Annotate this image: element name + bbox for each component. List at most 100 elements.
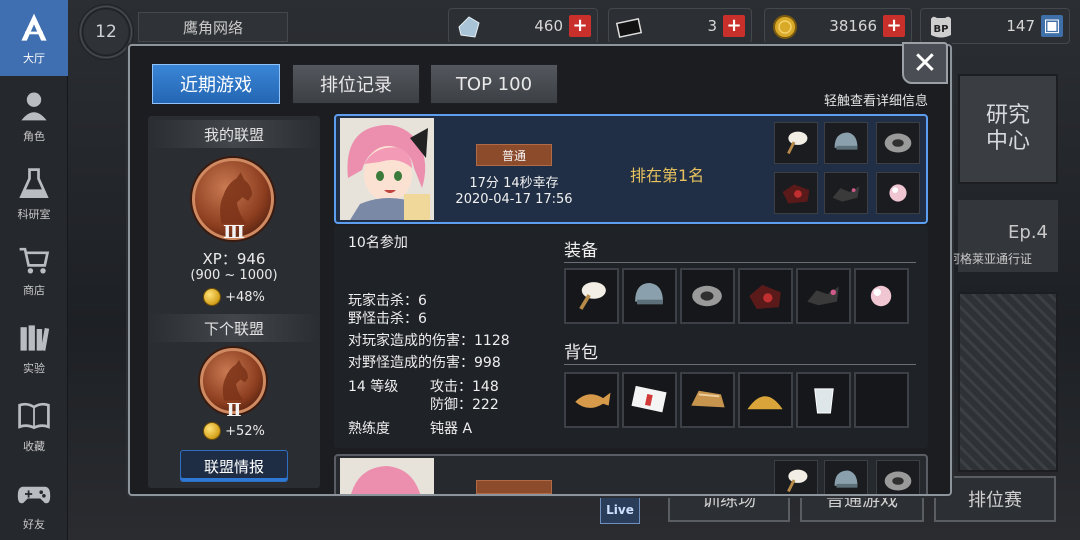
my-league-tier: Ⅲ [223, 222, 245, 243]
nav-item-lab[interactable]: 科研室 [0, 156, 68, 232]
tab-ranked-records[interactable]: 排位记录 [292, 64, 420, 104]
match-history-dialog: 近期游戏 排位记录 TOP 100 轻触查看详细信息 我的联盟 Ⅲ XP：946… [128, 44, 952, 496]
equipment-divider [564, 262, 916, 263]
coin-icon [203, 288, 222, 306]
pearl-icon [889, 184, 907, 202]
gamepad-icon [17, 486, 51, 504]
bag-slot-3[interactable] [680, 372, 735, 428]
bag-slot-2[interactable] [622, 372, 677, 428]
nav-label-shop: 商店 [23, 284, 45, 297]
my-league-bonus: +48% [148, 288, 320, 306]
league-panel: 我的联盟 Ⅲ XP：946 (900 ~ 1000) +48% 下个联盟 Ⅱ +… [148, 116, 320, 488]
disc-icon [692, 285, 722, 307]
nav-item-lobby[interactable]: 大厅 [0, 0, 68, 76]
monster-damage: 对野怪造成的伤害：998 [348, 355, 501, 371]
resource-bp-value: 147 [1006, 17, 1035, 35]
player-name[interactable]: 鹰角网络 [138, 12, 288, 42]
resource-coins: 38166 + [764, 8, 912, 44]
add-coins-button[interactable]: + [883, 15, 905, 37]
nav-label-lab: 科研室 [17, 208, 51, 221]
gem-icon [458, 16, 480, 38]
match-date: 2020-04-17 17:56 [455, 192, 573, 207]
cotton-club-icon [579, 282, 606, 310]
equipment-slot-3[interactable] [680, 268, 735, 324]
equipment-slot-6[interactable] [854, 268, 909, 324]
research-center-label: 研究 中心 [985, 103, 1030, 154]
tab-recent-games[interactable]: 近期游戏 [152, 64, 280, 104]
match-rank: 排在第1名 [630, 166, 705, 185]
next-league-bonus-value: +52% [225, 423, 265, 439]
flask-icon [19, 168, 49, 198]
bag-slot-1[interactable] [564, 372, 619, 428]
bag-slot-5[interactable] [796, 372, 851, 428]
ep-title: Ep.4 [1008, 222, 1048, 243]
cotton-club-icon [787, 131, 808, 155]
nav-item-friends[interactable]: 好友 [0, 466, 68, 540]
fish-pastry-icon [575, 392, 611, 408]
bp-icon: BP [931, 16, 951, 38]
next-league-bonus: +52% [148, 422, 320, 440]
nav-item-experiment[interactable]: 实验 [0, 310, 68, 386]
tab-top-100[interactable]: TOP 100 [430, 64, 558, 104]
bag-title: 背包 [564, 343, 598, 363]
disc-icon [884, 133, 912, 153]
equip-mini-4 [774, 172, 818, 214]
match-detail: 10名参加 玩家击杀：6 野怪击杀：6 对玩家造成的伤害：1128 对野怪造成的… [334, 226, 928, 448]
equip-mini-5 [824, 172, 868, 214]
lobby-icon [21, 13, 47, 41]
my-league-bonus-value: +48% [225, 289, 265, 305]
bp-shop-button[interactable]: ▣ [1041, 15, 1063, 37]
ranked-button[interactable]: 排位赛 [934, 476, 1056, 522]
next-league-title: 下个联盟 [148, 314, 320, 342]
medkit-icon [631, 385, 667, 413]
live-button[interactable]: Live [600, 496, 640, 524]
battle-pass-banner[interactable]: Ep.4 阿格莱亚通行证 [948, 200, 1058, 272]
svg-text:BP: BP [934, 24, 949, 35]
game-screen: 大厅 角色 科研室 商店 实验 收藏 好友 12 鹰角网络 460 + 3 + … [0, 0, 1080, 540]
nav-item-shop[interactable]: 商店 [0, 232, 68, 308]
match-card-2[interactable] [334, 454, 928, 494]
league-info-button[interactable]: 联盟情报 [180, 450, 288, 482]
proficiency-label: 熟练度 [348, 421, 390, 437]
add-gems-button[interactable]: + [569, 15, 591, 37]
equip-mini-2-2 [824, 460, 868, 494]
survival-time: 17分 14秒幸存 [469, 176, 559, 191]
equip-mini-2-3 [876, 460, 920, 494]
research-center-button[interactable]: 研究 中心 [958, 74, 1058, 184]
my-league-title: 我的联盟 [148, 120, 320, 148]
nav-label-character: 角色 [23, 130, 45, 143]
xp-range: (900 ~ 1000) [190, 268, 278, 283]
helmet-icon [834, 132, 858, 150]
match-card[interactable]: 普通 17分 14秒幸存 2020-04-17 17:56 排在第1名 [334, 114, 928, 224]
bag-divider [564, 364, 916, 365]
open-book-icon [18, 402, 50, 430]
equip-mini-1 [774, 122, 818, 164]
player-damage: 对玩家造成的伤害：1128 [348, 333, 510, 349]
books-icon [20, 325, 50, 351]
proficiency-value: 钝器 A [430, 421, 473, 437]
close-button[interactable]: ✕ [902, 42, 948, 84]
equip-mini-3 [876, 122, 920, 164]
cotton-club-icon [787, 469, 808, 493]
nav-item-character[interactable]: 角色 [0, 78, 68, 154]
bag-slot-6[interactable] [854, 372, 909, 428]
equipment-title: 装备 [564, 241, 598, 261]
next-league-tier: Ⅱ [226, 400, 242, 421]
equipment-slot-1[interactable] [564, 268, 619, 324]
resource-gems: 460 + [448, 8, 598, 44]
attack-stat: 攻击：148 [430, 379, 499, 395]
powder-pile-icon [747, 396, 783, 410]
nav-label-friends: 好友 [23, 518, 45, 531]
resource-tickets-value: 3 [707, 17, 717, 35]
character-avatar-2 [340, 458, 434, 494]
equipment-slot-2[interactable] [622, 268, 677, 324]
nav-item-collection[interactable]: 收藏 [0, 388, 68, 464]
equipment-slot-4[interactable] [738, 268, 793, 324]
ticket-icon [615, 17, 643, 39]
player-level[interactable]: 12 [78, 4, 134, 60]
mode-badge-2 [476, 480, 552, 494]
resource-coins-value: 38166 [829, 17, 877, 35]
equipment-slot-5[interactable] [796, 268, 851, 324]
bag-slot-4[interactable] [738, 372, 793, 428]
add-tickets-button[interactable]: + [723, 15, 745, 37]
